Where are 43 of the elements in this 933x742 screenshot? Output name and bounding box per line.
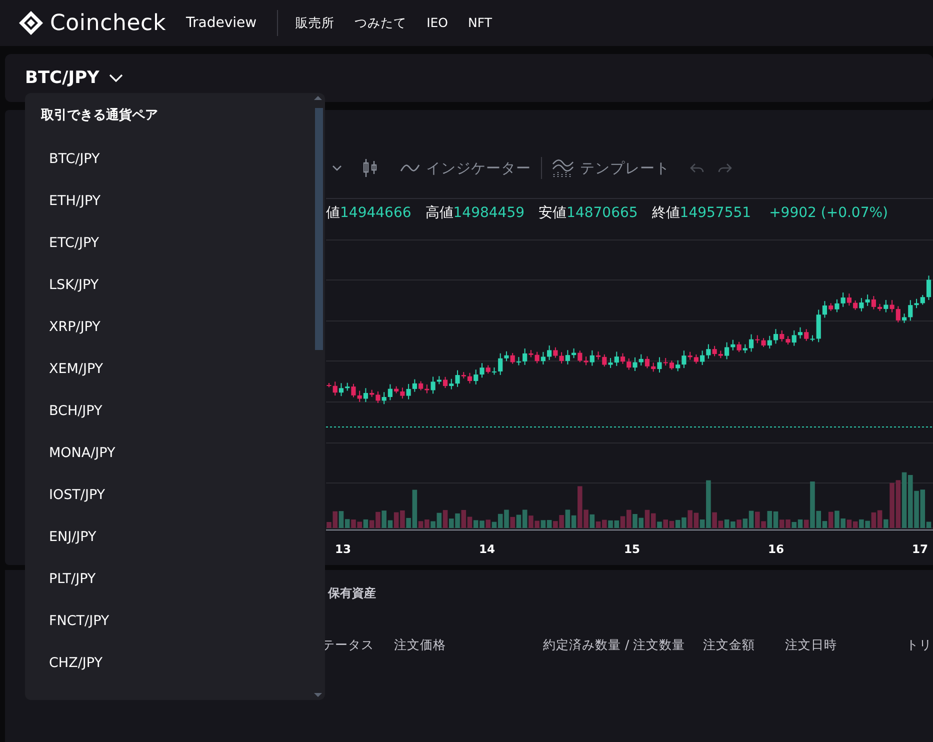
nav-link[interactable]: 販売所 xyxy=(286,11,345,35)
column-header: トリ xyxy=(906,637,933,654)
pair-option[interactable]: BCH/JPY xyxy=(25,390,325,432)
ohlc-label: 終値 xyxy=(652,205,680,221)
axis-label: 16 xyxy=(768,542,784,556)
nav-link[interactable]: つみたて xyxy=(344,11,417,35)
axis-label: 14 xyxy=(479,542,495,556)
pair-option[interactable]: FNCT/JPY xyxy=(25,600,325,642)
column-header: 注文価格 xyxy=(394,637,447,654)
nav-link[interactable]: IEO xyxy=(416,11,458,35)
ohlc-value: 14957551 xyxy=(680,205,752,221)
column-header: 注文金額 xyxy=(703,637,756,654)
pair-option[interactable]: LSK/JPY xyxy=(25,264,325,306)
pair-selector[interactable]: BTC/JPY xyxy=(25,68,124,88)
pair-option[interactable]: IOST/JPY xyxy=(25,474,325,516)
logo[interactable]: Coincheck xyxy=(18,10,166,36)
ohlc-value: 14870665 xyxy=(566,205,638,221)
pair-option[interactable]: PLT/JPY xyxy=(25,558,325,600)
column-header: 約定済み数量 / 注文数量 xyxy=(543,637,686,654)
column-header: 注文日時 xyxy=(785,637,838,654)
pair-option[interactable]: MONA/JPY xyxy=(25,432,325,474)
ohlc-label: 値 xyxy=(326,205,340,221)
axis-label: 15 xyxy=(624,542,640,556)
ohlc-label: 安値 xyxy=(538,205,567,221)
price-change: +9902 (+0.07%) xyxy=(769,205,888,221)
holdings-tab[interactable]: 保有資産 xyxy=(328,583,376,603)
ohlc-value: 14944666 xyxy=(340,205,412,221)
templates-button[interactable]: テンプレート xyxy=(552,158,670,178)
pair-option[interactable]: CHZ/JPY xyxy=(25,642,325,684)
pair-option[interactable]: ETH/JPY xyxy=(25,180,325,222)
axis-label: 13 xyxy=(335,542,351,556)
pair-option[interactable]: ETC/JPY xyxy=(25,222,325,264)
axis-label: 17 xyxy=(912,542,928,556)
app-name: Tradeview xyxy=(186,10,278,36)
pair-option[interactable]: BTC/JPY xyxy=(25,138,325,180)
pair-option[interactable]: ENJ/JPY xyxy=(25,516,325,558)
nav-link[interactable]: NFT xyxy=(458,11,502,35)
dropdown-title: 取引できる通貨ペア xyxy=(40,107,159,125)
ohlc-value: 14984459 xyxy=(453,205,525,221)
pair-option[interactable]: XRP/JPY xyxy=(25,306,325,348)
indicators-button[interactable]: インジケーター xyxy=(400,158,531,178)
ohlc-label: 高値 xyxy=(425,205,454,221)
pair-option[interactable]: XEM/JPY xyxy=(25,348,325,390)
